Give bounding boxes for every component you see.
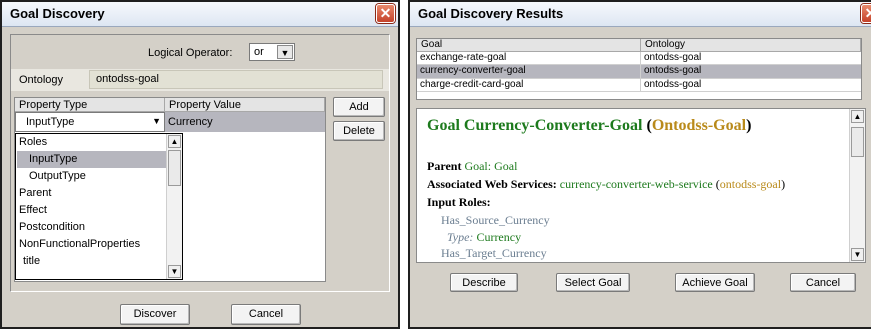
chevron-down-icon[interactable]: ▼ <box>152 116 161 126</box>
goal-heading-ontology: Ontodss-Goal <box>651 117 747 134</box>
select-goal-button[interactable]: Select Goal <box>556 273 630 292</box>
title-bar[interactable]: Goal Discovery ✕ <box>2 2 398 27</box>
table-row-selected[interactable]: ontodss-goal <box>641 65 861 79</box>
list-item[interactable]: InputType <box>17 151 167 168</box>
input-role-type-line: Type: Currency <box>447 230 521 245</box>
cancel-button[interactable]: Cancel <box>790 273 856 292</box>
goal-detail-pane: Goal Currency-Converter-Goal (Ontodss-Go… <box>416 108 866 263</box>
goal-heading: Goal Currency-Converter-Goal (Ontodss-Go… <box>427 117 752 134</box>
scroll-down-icon[interactable]: ▼ <box>851 248 864 261</box>
ontology-label: Ontology <box>19 74 64 86</box>
list-item[interactable]: Effect <box>17 202 167 219</box>
property-value-header[interactable]: Property Value <box>165 98 325 112</box>
property-value-cell[interactable]: Currency <box>165 112 325 132</box>
input-roles-label: Input Roles: <box>427 195 491 209</box>
list-item[interactable]: Parent <box>17 185 167 202</box>
ontology-field[interactable]: ontodss-goal <box>89 70 383 89</box>
list-item[interactable]: Postcondition <box>17 219 167 236</box>
results-table: Goal Ontology exchange-rate-goal ontodss… <box>416 38 862 100</box>
chevron-down-icon[interactable]: ▼ <box>277 45 293 59</box>
input-role-2[interactable]: Has_Target_Currency <box>441 246 547 261</box>
window-title: Goal Discovery <box>10 6 105 21</box>
table-row[interactable]: ontodss-goal <box>641 52 861 65</box>
cancel-button[interactable]: Cancel <box>231 304 301 325</box>
scroll-up-icon[interactable]: ▲ <box>851 110 864 123</box>
associated-services-line: Associated Web Services: currency-conver… <box>427 177 786 191</box>
discover-button[interactable]: Discover <box>120 304 190 325</box>
ontology-row: Ontology ontodss-goal <box>11 69 389 91</box>
window-title: Goal Discovery Results <box>418 6 564 21</box>
table-row[interactable]: exchange-rate-goal <box>417 52 641 65</box>
list-item[interactable]: NonFunctionalProperties <box>17 236 167 253</box>
associated-service-link[interactable]: currency-converter-web-service <box>560 177 713 191</box>
dropdown-scrollbar[interactable]: ▲ ▼ <box>166 134 182 279</box>
scroll-down-icon[interactable]: ▼ <box>168 265 181 278</box>
achieve-goal-button[interactable]: Achieve Goal <box>675 273 755 292</box>
property-type-dropdown: Roles InputType OutputType Parent Effect… <box>15 133 183 280</box>
criteria-panel: Logical Operator: or ▼ Ontology ontodss-… <box>10 34 390 292</box>
goal-discovery-results-window: Goal Discovery Results ✕ Goal Ontology e… <box>408 0 871 329</box>
property-type-combo[interactable]: InputType ▼ <box>15 112 165 132</box>
parent-line: Parent Goal: Goal <box>427 159 517 174</box>
logical-operator-select[interactable]: or ▼ <box>249 43 295 61</box>
goal-column-header[interactable]: Goal <box>417 39 641 52</box>
title-bar[interactable]: Goal Discovery Results ✕ <box>410 2 871 27</box>
property-type-header[interactable]: Property Type <box>15 98 165 112</box>
associated-service-ontology: ontodss-goal <box>719 177 782 191</box>
type-value[interactable]: Currency <box>476 230 521 244</box>
property-type-value: InputType <box>26 116 75 128</box>
input-role-1[interactable]: Has_Source_Currency <box>441 213 550 228</box>
logical-operator-label: Logical Operator: <box>148 47 233 59</box>
add-button[interactable]: Add <box>333 97 385 117</box>
list-item[interactable]: title <box>17 253 167 270</box>
parent-label: Parent <box>427 159 462 173</box>
parent-value[interactable]: Goal <box>494 159 517 173</box>
goal-discovery-window: Goal Discovery ✕ Logical Operator: or ▼ … <box>0 0 400 329</box>
scroll-thumb[interactable] <box>168 150 181 186</box>
ontology-column-header[interactable]: Ontology <box>641 39 861 52</box>
scroll-up-icon[interactable]: ▲ <box>168 135 181 148</box>
type-label: Type: <box>447 230 474 244</box>
property-table: Property Type Property Value Currency In… <box>14 97 326 282</box>
list-item[interactable]: OutputType <box>17 168 167 185</box>
associated-services-label: Associated Web Services: <box>427 177 557 191</box>
table-row[interactable]: ontodss-goal <box>641 79 861 92</box>
parent-goal-word: Goal: <box>464 159 492 173</box>
table-row[interactable]: charge-credit-card-goal <box>417 79 641 92</box>
describe-button[interactable]: Describe <box>450 273 518 292</box>
table-row-selected[interactable]: currency-converter-goal <box>417 65 641 79</box>
detail-scrollbar[interactable]: ▲ ▼ <box>849 109 865 262</box>
scroll-thumb[interactable] <box>851 127 864 157</box>
list-item[interactable]: Roles <box>17 134 167 151</box>
delete-button[interactable]: Delete <box>333 121 385 141</box>
close-icon[interactable]: ✕ <box>861 4 871 23</box>
close-icon[interactable]: ✕ <box>376 4 395 23</box>
logical-operator-value: or <box>254 46 264 58</box>
goal-heading-name: Goal Currency-Converter-Goal <box>427 117 643 134</box>
